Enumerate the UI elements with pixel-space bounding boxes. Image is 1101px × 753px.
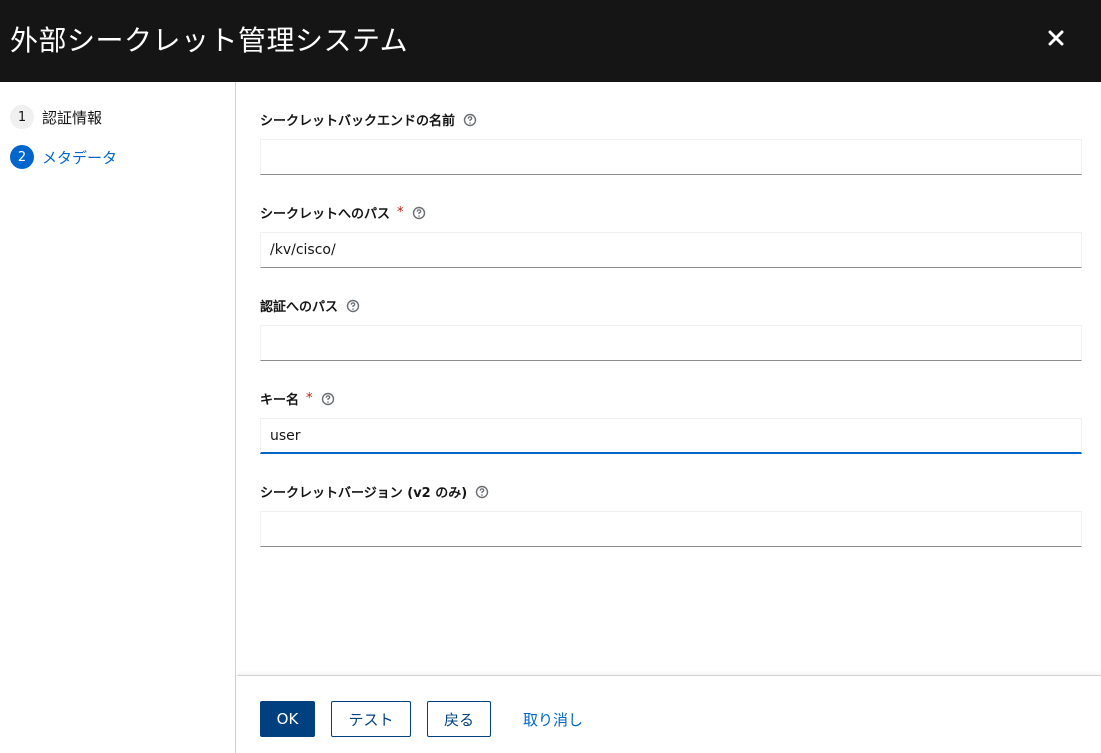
field-label-key-name: キー名 * bbox=[260, 389, 335, 408]
test-button[interactable]: テスト bbox=[331, 701, 411, 737]
ok-button[interactable]: OK bbox=[260, 701, 315, 737]
secret-version-input[interactable] bbox=[260, 511, 1082, 547]
secret-backend-name-input[interactable] bbox=[260, 139, 1082, 175]
help-icon[interactable] bbox=[346, 299, 360, 313]
field-label-auth-path: 認証へのパス bbox=[260, 296, 360, 315]
cancel-button[interactable]: 取り消し bbox=[513, 701, 593, 737]
wizard-step-credentials[interactable]: 1 認証情報 bbox=[10, 105, 102, 129]
field-label-secret-path: シークレットへのパス * bbox=[260, 203, 426, 222]
modal-header: 外部シークレット管理システム bbox=[0, 0, 1101, 82]
required-marker: * bbox=[306, 391, 313, 406]
field-label-backend-name: シークレットバックエンドの名前 bbox=[260, 110, 477, 129]
modal-title: 外部シークレット管理システム bbox=[10, 24, 409, 57]
key-name-input[interactable] bbox=[260, 418, 1082, 454]
wizard-nav: 1 認証情報 2 メタデータ bbox=[0, 82, 236, 753]
wizard-step-metadata[interactable]: 2 メタデータ bbox=[10, 145, 117, 169]
label-text: シークレットバージョン (v2 のみ) bbox=[260, 486, 468, 501]
step-label: 認証情報 bbox=[42, 108, 103, 127]
help-icon[interactable] bbox=[321, 392, 335, 406]
field-label-secret-version: シークレットバージョン (v2 のみ) bbox=[260, 482, 489, 501]
step-number: 2 bbox=[10, 145, 34, 169]
secret-path-input[interactable] bbox=[260, 232, 1082, 268]
required-marker: * bbox=[397, 205, 404, 220]
modal-footer: OK テスト 戻る 取り消し bbox=[237, 675, 1101, 753]
label-text: 認証へのパス bbox=[260, 300, 339, 315]
metadata-form: シークレットバックエンドの名前 シークレットへのパス * 認証へのパス キー名 … bbox=[237, 82, 1101, 674]
auth-path-input[interactable] bbox=[260, 325, 1082, 361]
step-label: メタデータ bbox=[42, 148, 118, 167]
step-number: 1 bbox=[10, 105, 34, 129]
back-button[interactable]: 戻る bbox=[427, 701, 491, 737]
help-icon[interactable] bbox=[412, 206, 426, 220]
label-text: シークレットへのパス bbox=[260, 207, 391, 222]
label-text: シークレットバックエンドの名前 bbox=[260, 114, 456, 129]
close-icon bbox=[1048, 30, 1064, 46]
help-icon[interactable] bbox=[475, 485, 489, 499]
close-button[interactable] bbox=[1044, 24, 1068, 52]
help-icon[interactable] bbox=[463, 113, 477, 127]
label-text: キー名 bbox=[260, 393, 300, 408]
